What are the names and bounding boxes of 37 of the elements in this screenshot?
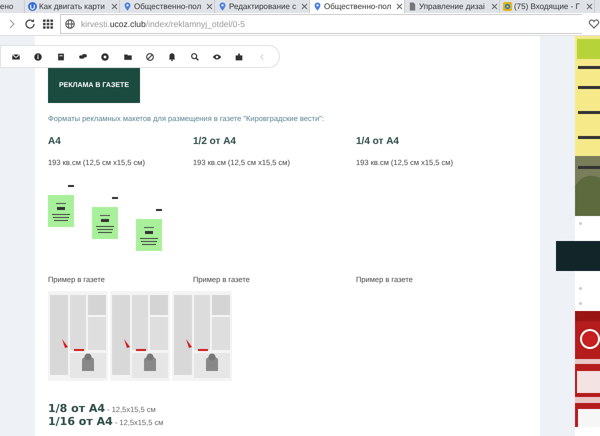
info-icon[interactable] bbox=[33, 52, 44, 62]
close-icon[interactable] bbox=[396, 3, 403, 10]
block-icon[interactable] bbox=[145, 52, 156, 62]
format-title: 1/2 от A4 bbox=[193, 136, 237, 147]
globe-icon bbox=[65, 19, 75, 29]
mail-icon[interactable] bbox=[11, 52, 22, 62]
eye-icon[interactable] bbox=[212, 52, 222, 62]
pin-icon bbox=[218, 2, 227, 11]
close-icon[interactable] bbox=[586, 3, 593, 10]
bell-icon[interactable] bbox=[167, 52, 178, 62]
bullet-dot bbox=[579, 287, 582, 290]
dark-banner bbox=[556, 241, 600, 271]
close-icon[interactable] bbox=[111, 3, 118, 10]
heart-icon[interactable] bbox=[588, 18, 600, 30]
grid-icon[interactable] bbox=[42, 18, 54, 30]
bullet-dot bbox=[579, 302, 582, 305]
search-icon[interactable] bbox=[190, 52, 200, 62]
document-icon bbox=[408, 2, 417, 11]
record-icon[interactable] bbox=[100, 52, 110, 62]
reload-icon[interactable] bbox=[24, 18, 36, 30]
folder-icon[interactable] bbox=[122, 52, 133, 62]
address-bar[interactable]: kirvesti.ucoz.club/index/reklamnyj_otdel/0-5 bbox=[60, 14, 582, 34]
close-icon[interactable] bbox=[491, 3, 498, 10]
close-icon[interactable] bbox=[206, 3, 213, 10]
mail-logo-icon bbox=[503, 2, 512, 11]
note-icon[interactable] bbox=[56, 52, 66, 62]
u-logo-icon bbox=[28, 2, 37, 11]
pin-icon bbox=[313, 2, 322, 11]
close-icon[interactable] bbox=[301, 3, 308, 10]
chat-icon[interactable] bbox=[78, 52, 88, 62]
puzzle-icon[interactable] bbox=[234, 52, 244, 62]
url-text: kirvesti.ucoz.club/index/reklamnyj_otdel/0-5 bbox=[81, 19, 245, 29]
format-title: 1/4 от A4 bbox=[356, 136, 400, 147]
format-title: A4 bbox=[48, 136, 62, 147]
bullet-dot bbox=[579, 222, 582, 225]
browser-tab[interactable]: Общественно-пол bbox=[310, 0, 405, 13]
pin-icon bbox=[123, 2, 132, 11]
